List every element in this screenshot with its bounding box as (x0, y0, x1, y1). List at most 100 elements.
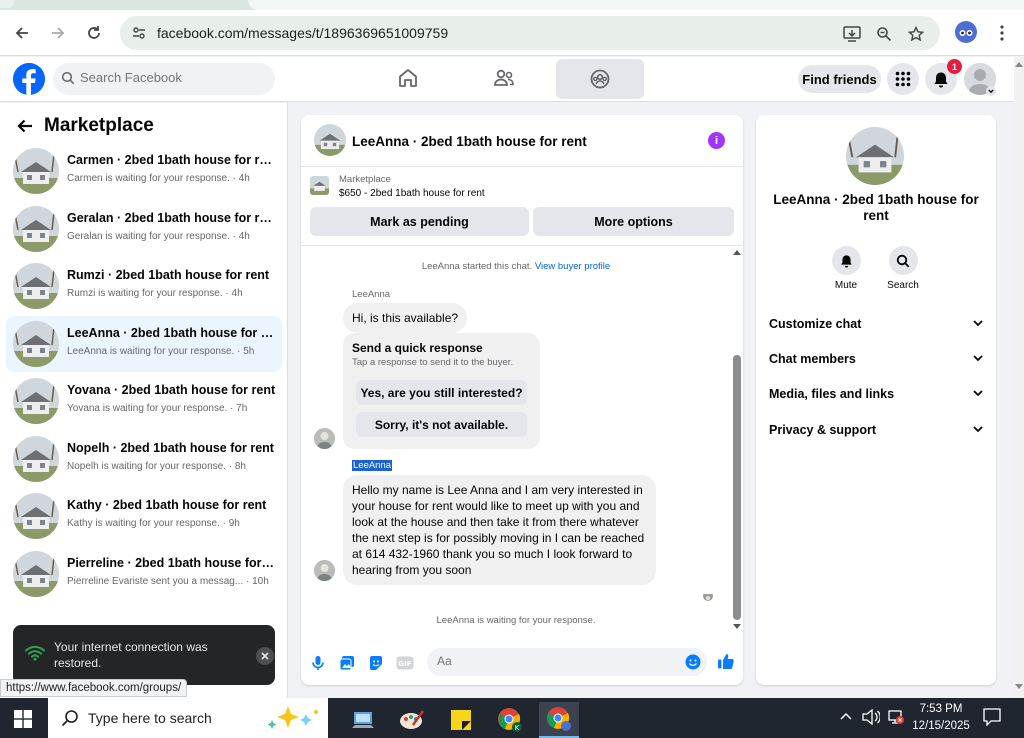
back-arrow-icon[interactable] (16, 118, 34, 134)
search-icon[interactable] (888, 246, 918, 275)
bell-icon (934, 72, 948, 87)
conversation-item-leeanna[interactable]: LeeAnna · 2bed 1bath house for rent LeeA… (6, 316, 282, 372)
search-icon (61, 710, 78, 727)
listing-small-thumbnail (310, 176, 329, 195)
conversation-preview: Carmen is waiting for your response. · 4… (67, 173, 250, 184)
browser-menu-icon[interactable] (992, 22, 1012, 44)
conversation-name: Carmen · 2bed 1bath house for rent (67, 153, 277, 167)
taskbar-app-sticky-notes[interactable] (441, 702, 481, 738)
listing-thumbnail (13, 436, 59, 482)
sticker-icon[interactable] (366, 653, 386, 673)
network-icon[interactable] (886, 709, 904, 725)
search-action[interactable]: Search (878, 246, 928, 291)
nav-home-tab[interactable] (364, 57, 452, 99)
conversation-item-rumzi[interactable]: Rumzi · 2bed 1bath house for rent Rumzi … (6, 258, 282, 314)
listing-price[interactable]: $650 - 2bed 1bath house for rent (339, 188, 485, 199)
view-buyer-profile-link[interactable]: View buyer profile (535, 261, 610, 272)
info-icon[interactable]: i (708, 132, 725, 149)
address-bar[interactable]: facebook.com/messages/t/1896369651009759 (120, 16, 940, 50)
emoji-icon[interactable] (685, 654, 701, 670)
chevron-down-icon (973, 355, 983, 362)
search-input[interactable] (80, 70, 260, 85)
taskbar-clock[interactable]: 7:53 PM 12/15/2025 (910, 701, 972, 735)
reload-icon[interactable] (83, 22, 105, 44)
conversation-preview: Nopelh is waiting for your response. · 8… (67, 461, 246, 472)
microphone-icon[interactable] (308, 653, 328, 673)
windows-start-icon[interactable] (14, 710, 32, 733)
facebook-logo[interactable] (13, 63, 45, 95)
conversation-item-yovana[interactable]: Yovana · 2bed 1bath house for rent Yovan… (6, 373, 282, 429)
like-thumb-icon[interactable] (716, 651, 736, 671)
forward-icon[interactable] (47, 22, 69, 44)
message-bubble[interactable]: Hello my name is Lee Anna and I am very … (343, 475, 656, 585)
taskbar-app-chrome-profile[interactable]: K (490, 702, 530, 738)
notification-center-icon[interactable] (983, 708, 1001, 726)
account-chevron-icon[interactable] (986, 86, 996, 96)
menu-grid-button[interactable] (887, 63, 919, 95)
taskbar-app-chrome-active[interactable] (539, 702, 579, 738)
chat-title[interactable]: LeeAnna · 2bed 1bath house for rent (352, 134, 587, 149)
customize-chat-section[interactable]: Customize chat (769, 317, 983, 337)
volume-icon[interactable] (862, 709, 880, 725)
taskbar-search-box[interactable]: Type here to search (48, 698, 328, 738)
buyer-avatar[interactable] (314, 560, 335, 581)
quick-response-card: Send a quick response Tap a response to … (343, 333, 540, 449)
listing-thumbnail (13, 493, 59, 539)
bookmark-star-icon[interactable] (906, 24, 926, 44)
page-scrollbar[interactable] (1014, 57, 1024, 698)
message-input-wrap[interactable] (427, 648, 707, 676)
bell-icon[interactable] (831, 246, 861, 275)
listing-category: Marketplace (339, 174, 391, 185)
toast-close-button[interactable] (256, 647, 274, 665)
message-bubble[interactable]: Hi, is this available? (343, 303, 468, 333)
taskbar-app-network[interactable] (343, 702, 383, 738)
conversation-item-geralan[interactable]: Geralan · 2bed 1bath house for rent Gera… (6, 201, 282, 257)
back-icon[interactable] (11, 22, 33, 44)
nav-friends-tab[interactable] (460, 57, 548, 99)
conversation-item-carmen[interactable]: Carmen · 2bed 1bath house for rent Carme… (6, 143, 282, 199)
waiting-notice: LeeAnna is waiting for your response. (436, 615, 596, 626)
chat-members-section[interactable]: Chat members (769, 352, 983, 372)
more-options-button[interactable]: More options (533, 207, 734, 236)
conversation-item-kathy[interactable]: Kathy · 2bed 1bath house for rent Kathy … (6, 488, 282, 544)
listing-profile-image[interactable] (846, 127, 904, 185)
show-hidden-icons-chevron-icon[interactable] (840, 712, 852, 720)
conversation-item-nopelh[interactable]: Nopelh · 2bed 1bath house for rent Nopel… (6, 431, 282, 487)
mute-action[interactable]: Mute (821, 246, 871, 291)
install-app-icon[interactable] (842, 24, 862, 44)
chat-scrollbar[interactable] (731, 248, 743, 634)
conversation-sidebar: Marketplace Carmen · 2bed 1bath house fo… (0, 103, 288, 698)
nav-groups-tab[interactable] (556, 59, 644, 99)
photo-icon[interactable] (337, 653, 357, 673)
message-input[interactable] (437, 654, 667, 668)
chat-listing-thumbnail[interactable] (314, 124, 346, 156)
quick-response-subtitle: Tap a response to send it to the buyer. (352, 357, 514, 368)
site-settings-icon[interactable] (130, 24, 148, 42)
quick-response-yes-button[interactable]: Yes, are you still interested? (356, 380, 527, 405)
find-friends-button[interactable]: Find friends (798, 65, 881, 93)
zoom-icon[interactable] (874, 24, 894, 44)
facebook-search[interactable] (53, 63, 275, 95)
chat-started-text: LeeAnna started this chat. (421, 261, 533, 272)
connection-restored-toast: Your internet connection was restored. (13, 625, 275, 685)
url-text[interactable]: facebook.com/messages/t/1896369651009759 (157, 25, 448, 41)
details-title: LeeAnna · 2bed 1bath house for rent (773, 192, 979, 223)
privacy-support-section[interactable]: Privacy & support (769, 423, 983, 443)
chat-scroll-thumb[interactable] (733, 355, 741, 620)
gif-icon[interactable]: GIF (395, 653, 415, 673)
search-highlight-icon[interactable] (264, 704, 324, 732)
listing-thumbnail (13, 551, 59, 597)
quick-response-sorry-button[interactable]: Sorry, it's not available. (356, 412, 527, 437)
facebook-header: Find friends 1 (0, 57, 1014, 102)
search-label: Search (887, 280, 919, 291)
svg-text:GIF: GIF (398, 660, 411, 668)
sticky-notes-icon (451, 710, 471, 730)
taskbar-app-paint[interactable] (392, 702, 432, 738)
conversation-item-pierreline[interactable]: Pierreline · 2bed 1bath house for r... P… (6, 546, 282, 602)
section-label: Media, files and links (769, 387, 895, 401)
media-files-links-section[interactable]: Media, files and links (769, 387, 983, 407)
browser-profile-icon[interactable] (955, 21, 977, 43)
sender-name-selected: LeeAnna (352, 460, 393, 471)
mark-as-pending-button[interactable]: Mark as pending (310, 207, 529, 236)
buyer-avatar[interactable] (314, 428, 335, 449)
